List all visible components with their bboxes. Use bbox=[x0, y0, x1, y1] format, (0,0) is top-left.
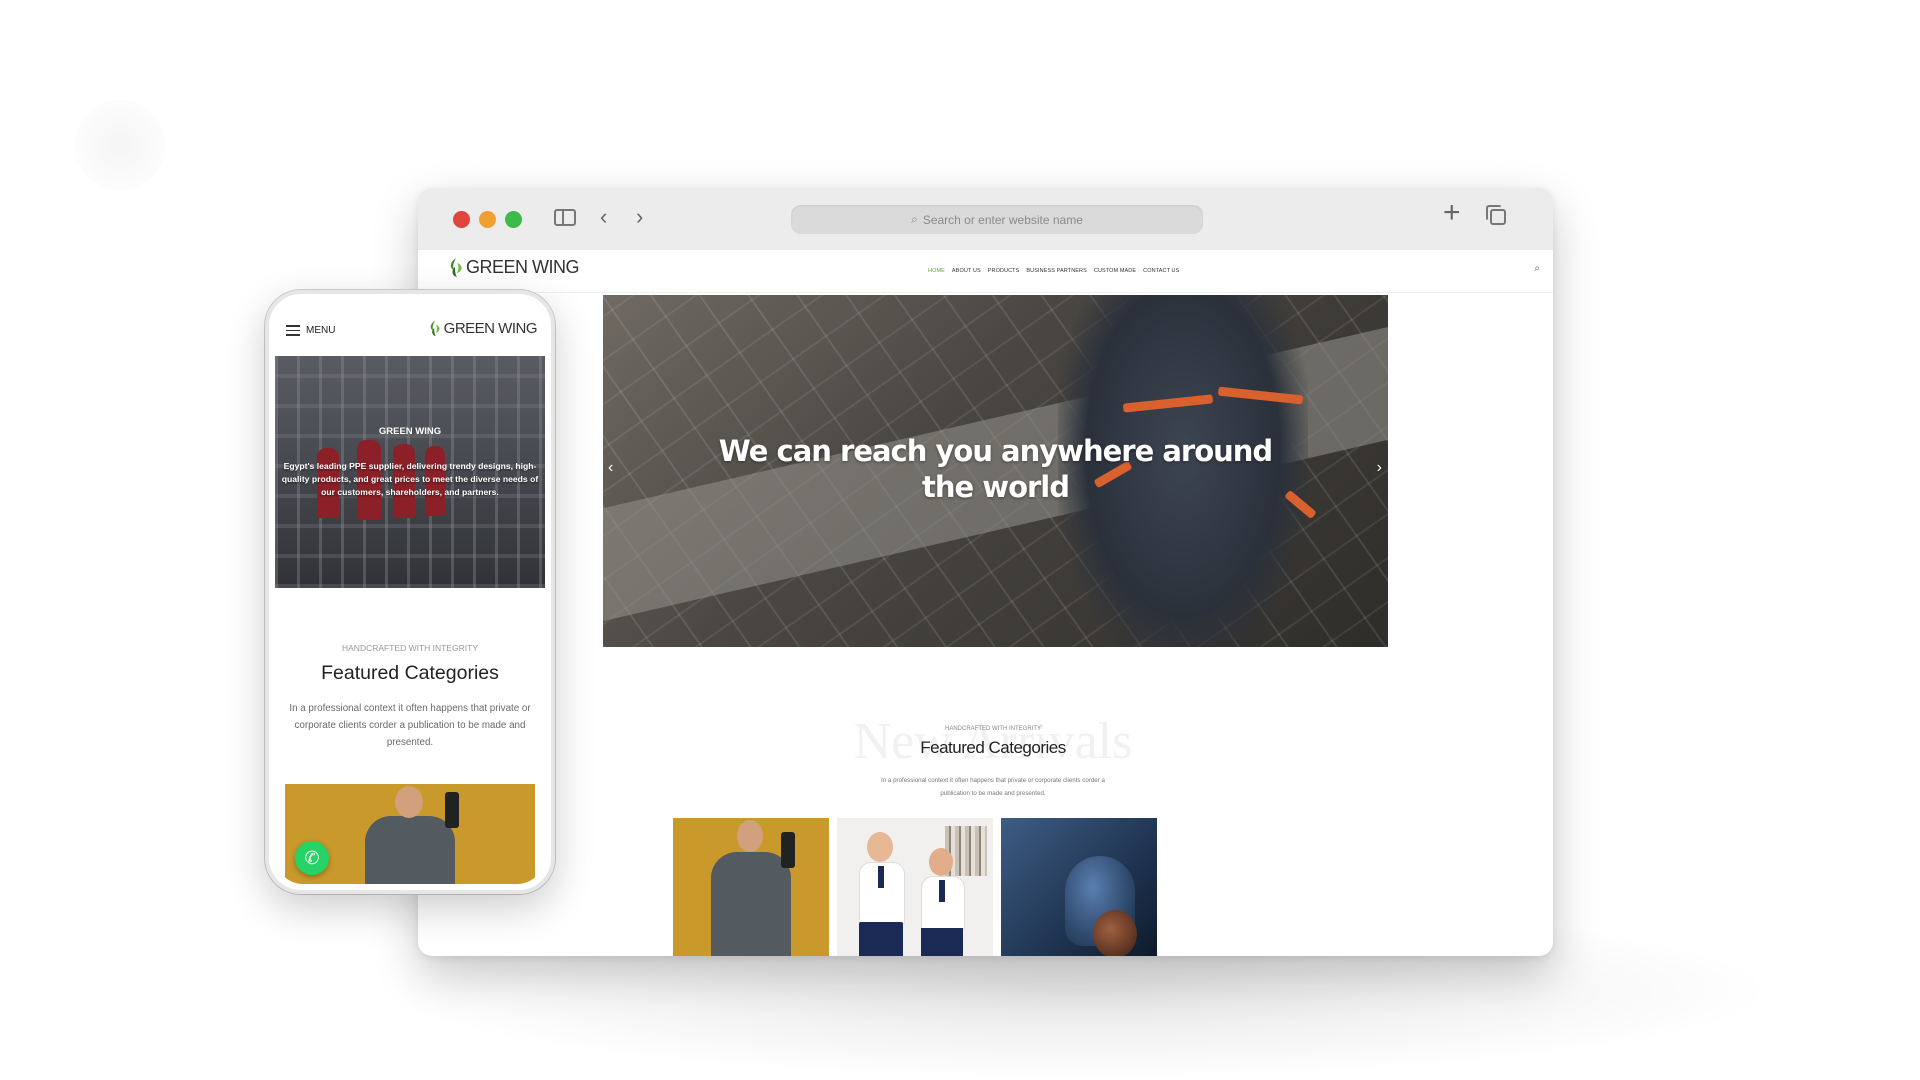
phone-hero: GREEN WING Egypt's leading PPE supplier,… bbox=[275, 356, 545, 588]
drill-image bbox=[445, 792, 459, 828]
forward-arrow-icon[interactable]: › bbox=[636, 206, 643, 228]
site-logo-text: GREEN WING bbox=[466, 256, 580, 277]
nav-home[interactable]: HOME bbox=[928, 268, 945, 274]
workwear-figure bbox=[365, 816, 455, 884]
slider-next-icon[interactable]: › bbox=[1377, 459, 1382, 477]
hero-title: We can reach you anywhere around the wor… bbox=[603, 433, 1388, 505]
drill-image bbox=[781, 832, 795, 868]
nav-business-partners[interactable]: BUSINESS PARTNERS bbox=[1026, 268, 1086, 274]
phone-hero-text: Egypt's leading PPE supplier, delivering… bbox=[281, 461, 539, 497]
new-tab-icon[interactable]: + bbox=[1443, 198, 1461, 228]
phone-screen: MENU GREEN WING GREEN WING Egypt's leadi… bbox=[275, 300, 545, 884]
section-description: In a professional context it often happe… bbox=[858, 774, 1128, 800]
tab-overview-icon[interactable] bbox=[1486, 205, 1506, 225]
nav-about-us[interactable]: ABOUT US bbox=[952, 268, 981, 274]
nav-contact-us[interactable]: CONTACT US bbox=[1143, 268, 1179, 274]
hero-title-line-2: the world bbox=[922, 470, 1070, 504]
phone-hero-brand: GREEN WING bbox=[378, 426, 442, 437]
site-logo[interactable]: GREEN WING bbox=[448, 256, 580, 278]
browser-window: ‹ › ⌕ Search or enter website name + GRE… bbox=[418, 188, 1553, 956]
phone-frame: MENU GREEN WING GREEN WING Egypt's leadi… bbox=[265, 290, 555, 894]
boy-shorts bbox=[921, 928, 963, 956]
workwear-figure-head bbox=[395, 786, 423, 818]
phone-logo[interactable]: GREEN WING bbox=[428, 319, 538, 337]
leaf-logo-icon bbox=[430, 320, 440, 337]
sidebar-toggle-icon[interactable] bbox=[554, 209, 576, 226]
hero-slider: We can reach you anywhere around the wor… bbox=[603, 295, 1388, 647]
section-eyebrow: HANDCRAFTED WITH INTEGRITY bbox=[945, 726, 1041, 732]
site-header: GREEN WING HOME ABOUT US PRODUCTS BUSINE… bbox=[418, 250, 1553, 293]
backdrop-circle bbox=[75, 100, 165, 190]
girl-tie bbox=[878, 866, 884, 888]
workwear-figure bbox=[711, 852, 791, 956]
phone-section-title: Featured Categories bbox=[321, 662, 499, 684]
browser-toolbar: ‹ › ⌕ Search or enter website name + bbox=[418, 188, 1553, 251]
maximize-window-button[interactable] bbox=[505, 211, 522, 228]
address-bar[interactable]: ⌕ Search or enter website name bbox=[791, 205, 1203, 234]
search-icon[interactable]: ⌕ bbox=[1534, 263, 1540, 274]
girl-skirt bbox=[859, 922, 903, 956]
address-placeholder: Search or enter website name bbox=[922, 212, 1083, 227]
search-icon: ⌕ bbox=[911, 212, 918, 226]
hamburger-menu-icon[interactable] bbox=[286, 325, 300, 336]
close-window-button[interactable] bbox=[453, 211, 470, 228]
phone-section-description: In a professional context it often happe… bbox=[289, 703, 531, 748]
hero-title-line-1: We can reach you anywhere around bbox=[718, 434, 1273, 468]
workwear-figure-head bbox=[737, 820, 763, 852]
section-description-line-1: In a professional context it often happe… bbox=[881, 777, 1105, 784]
category-card-gloves[interactable] bbox=[1001, 818, 1157, 956]
whatsapp-icon[interactable]: ✆ bbox=[295, 841, 329, 875]
back-arrow-icon[interactable]: ‹ bbox=[600, 206, 607, 228]
phone-logo-text: GREEN WING bbox=[443, 319, 538, 337]
category-card-school-uniform[interactable] bbox=[837, 818, 993, 956]
section-description-line-2: publication to be made and presented. bbox=[940, 790, 1046, 797]
leaf-logo-icon bbox=[450, 258, 462, 277]
slider-prev-icon[interactable]: ‹ bbox=[608, 459, 613, 477]
boy-tie bbox=[939, 880, 945, 902]
girl-head bbox=[867, 832, 893, 862]
nav-custom-made[interactable]: CUSTOM MADE bbox=[1094, 268, 1136, 274]
minimize-window-button[interactable] bbox=[479, 211, 496, 228]
nav-products[interactable]: PRODUCTS bbox=[988, 268, 1020, 274]
main-nav: HOME ABOUT US PRODUCTS BUSINESS PARTNERS… bbox=[928, 268, 1179, 274]
boy-head bbox=[929, 848, 953, 876]
menu-label[interactable]: MENU bbox=[306, 325, 335, 336]
category-card-workwear[interactable] bbox=[673, 818, 829, 956]
phone-section-eyebrow: HANDCRAFTED WITH INTEGRITY bbox=[342, 643, 478, 653]
glove-image-detail bbox=[1093, 910, 1137, 956]
phone-header: MENU GREEN WING bbox=[275, 300, 545, 355]
section-title: Featured Categories bbox=[920, 738, 1066, 757]
